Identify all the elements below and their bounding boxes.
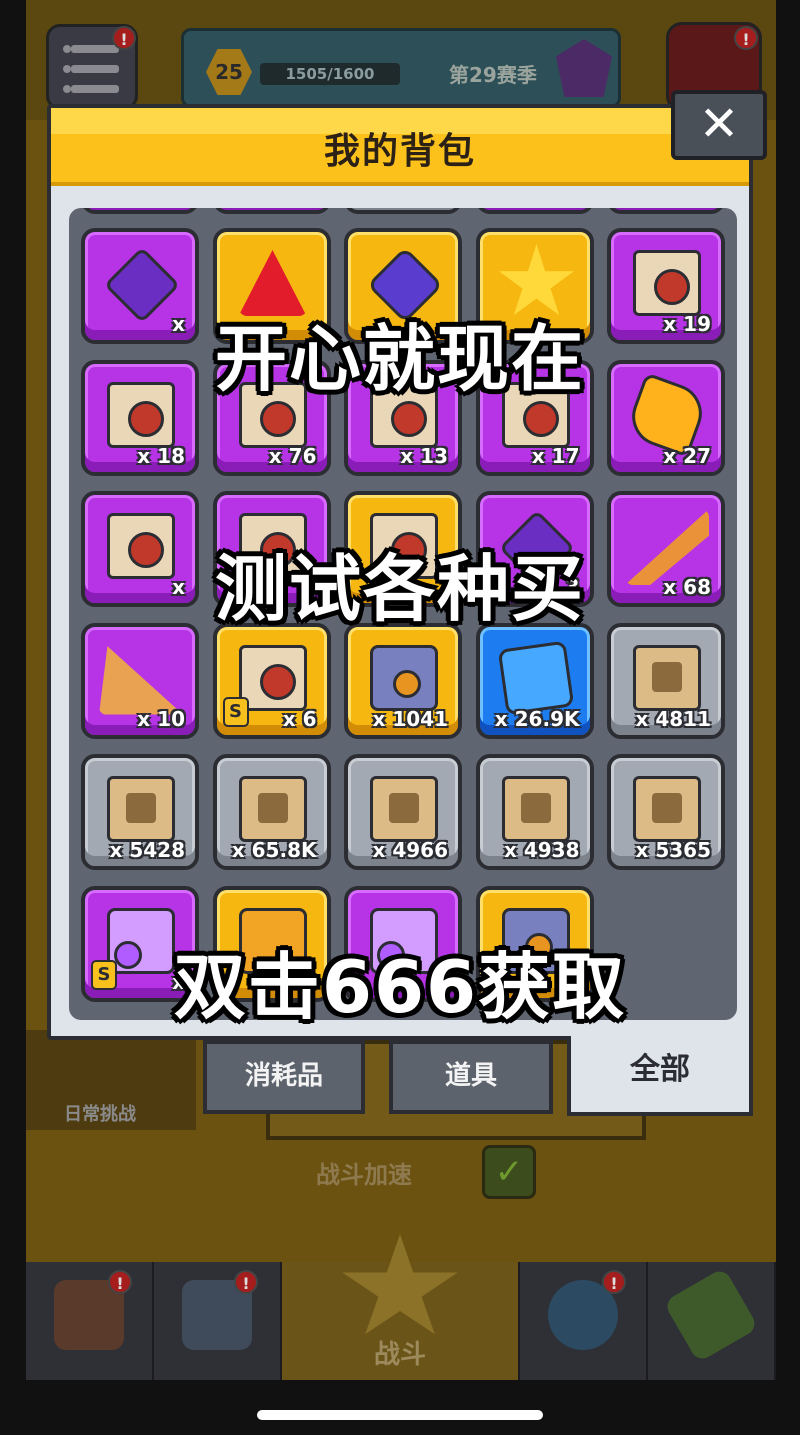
inventory-item[interactable]: x 10 xyxy=(81,622,199,739)
battle-star-icon xyxy=(342,1234,458,1335)
item-count: x 17 xyxy=(531,443,580,468)
menu-bar-icon xyxy=(71,65,119,73)
armor-notification-badge: ! xyxy=(234,1270,258,1294)
item-count: x 18 xyxy=(137,443,185,468)
home-indicator[interactable] xyxy=(257,1410,543,1420)
bottom-nav: ! ! 战斗 ! xyxy=(26,1234,776,1380)
item-count: x 13 xyxy=(400,443,448,468)
caption-line-1: 开心就现在 xyxy=(214,317,585,401)
green-scroll-icon xyxy=(663,1267,759,1363)
item-count: x 4966 xyxy=(372,838,448,862)
stars-notification-badge: ! xyxy=(602,1270,626,1294)
shop-notification-badge: ! xyxy=(108,1270,132,1294)
item-count: x 4938 xyxy=(503,838,580,862)
menu-dot-icon xyxy=(63,45,71,53)
circuit-icon xyxy=(497,640,574,715)
pizza2-icon xyxy=(99,646,183,715)
battle-speed-checkbox[interactable]: ✓ xyxy=(482,1145,536,1199)
inventory-item[interactable]: x 4938 xyxy=(475,754,594,870)
scroll-icon xyxy=(107,776,175,842)
tab-all[interactable]: 全部 xyxy=(567,1036,753,1116)
item-count: x 76 xyxy=(268,443,317,468)
item-count: x 10 xyxy=(137,706,185,731)
modal-header: 我的背包 xyxy=(51,108,749,186)
battle-label: 战斗 xyxy=(373,1340,426,1370)
inventory-item[interactable]: x 26.9K xyxy=(475,622,594,739)
game-screen: ! 25 1505/1600 第29赛季 ! 日常挑战 战斗加速 ✓ ! ! 战… xyxy=(0,0,800,1435)
inventory-item[interactable]: x 4966 xyxy=(344,754,462,870)
scroll-icon xyxy=(633,776,701,842)
item-count: x 65.8K xyxy=(231,838,317,862)
inventory-item[interactable]: x 5428 xyxy=(81,754,199,870)
menu-bar-icon xyxy=(71,45,119,53)
devil-notification-badge: ! xyxy=(734,26,758,50)
caption-line-3: 双击666获取 xyxy=(173,945,627,1029)
nav-battle[interactable]: 战斗 xyxy=(282,1234,520,1380)
inventory-item[interactable]: x 1041 xyxy=(344,622,462,739)
scroll-icon xyxy=(633,644,701,711)
item-count: x 5365 xyxy=(635,838,711,862)
inventory-item[interactable]: Sx 6 xyxy=(212,622,331,739)
caption-line-2: 测试各种买 xyxy=(214,547,585,631)
modal-title: 我的背包 xyxy=(323,131,476,172)
close-button[interactable]: ✕ xyxy=(671,90,767,160)
nav-armor[interactable] xyxy=(154,1262,282,1380)
scroll-icon xyxy=(501,776,570,842)
nav-shop[interactable] xyxy=(26,1262,154,1380)
item-count: x 1041 xyxy=(372,706,448,731)
menu-dot-icon xyxy=(63,85,71,93)
inventory-item[interactable]: x 5365 xyxy=(607,754,725,870)
chest-icon xyxy=(370,644,438,711)
inventory-item[interactable]: x 65.8K xyxy=(212,754,331,870)
level-hex-badge: 25 xyxy=(206,49,252,95)
xp-bar: 1505/1600 xyxy=(260,63,400,85)
inventory-item[interactable]: x 4811 xyxy=(607,622,725,739)
nav-upgrade[interactable] xyxy=(648,1262,776,1380)
menu-bar-icon xyxy=(71,85,119,93)
puzzle-icon xyxy=(238,644,307,711)
level-panel: 25 1505/1600 第29赛季 xyxy=(181,28,621,108)
season-label: 第29赛季 xyxy=(449,63,537,87)
scroll-icon xyxy=(370,776,438,842)
scroll-icon xyxy=(238,776,307,842)
item-count: x 27 xyxy=(663,443,711,468)
item-count: x 4811 xyxy=(635,706,711,731)
inventory-item-partial[interactable] xyxy=(344,208,462,214)
item-count: x 6 xyxy=(282,706,317,731)
nav-stars[interactable] xyxy=(520,1262,648,1380)
inventory-item-partial[interactable] xyxy=(81,208,199,214)
season-badge-icon xyxy=(556,39,612,97)
tab-consumables[interactable]: 消耗品 xyxy=(203,1040,365,1114)
menu-dot-icon xyxy=(63,65,71,73)
battle-speed-label: 战斗加速 xyxy=(316,1161,412,1189)
rarity-badge: S xyxy=(222,696,249,727)
daily-challenge-label: 日常挑战 xyxy=(64,1104,136,1125)
inventory-item-partial[interactable] xyxy=(475,208,594,214)
item-count: x 26.9K xyxy=(494,706,580,731)
menu-notification-badge: ! xyxy=(112,26,136,50)
item-count: x 5428 xyxy=(109,838,185,862)
inventory-item-partial[interactable] xyxy=(607,208,725,214)
inventory-item-partial[interactable] xyxy=(212,208,331,214)
tab-props[interactable]: 道具 xyxy=(389,1040,553,1114)
